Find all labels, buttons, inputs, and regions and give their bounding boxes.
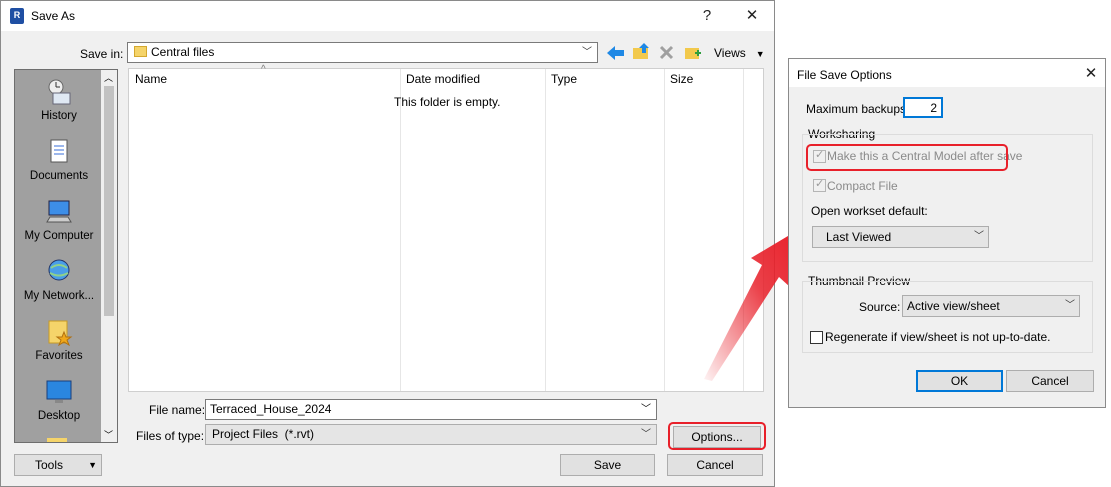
up-folder-icon[interactable] (632, 43, 650, 61)
save-as-title: Save As (31, 9, 76, 23)
save-as-titlebar: R Save As ? ✕ (1, 1, 774, 31)
views-label: Views (714, 46, 746, 60)
folder-icon (134, 46, 147, 57)
save-in-value: Central files (151, 45, 215, 59)
column-header-type[interactable]: Type (551, 72, 577, 86)
places-bar: History Documents My Computer My Network… (14, 69, 118, 443)
views-menu[interactable]: Views ▼ (714, 46, 765, 60)
chevron-down-icon: ﹀ (641, 429, 651, 440)
place-history[interactable]: History (15, 78, 103, 122)
place-favorites[interactable]: Favorites (15, 318, 103, 362)
place-label: My Computer (24, 230, 94, 242)
file-save-options-titlebar: File Save Options ✕ (789, 59, 1105, 87)
file-list[interactable]: ^ Name Date modified Type Size This fold… (128, 64, 764, 392)
places-overflow-icon (47, 438, 67, 442)
place-my-computer[interactable]: My Computer (15, 198, 103, 242)
scroll-thumb[interactable] (104, 86, 114, 316)
column-divider (545, 69, 546, 391)
files-of-type-dropdown[interactable]: Project Files (*.rvt) ﹀ (205, 424, 657, 445)
open-workset-dropdown[interactable]: Last Viewed ﹀ (812, 226, 989, 248)
place-my-network[interactable]: My Network... (15, 258, 103, 302)
compact-file-label: Compact File (827, 179, 898, 193)
file-name-value: Terraced_House_2024 (210, 402, 332, 416)
save-in-dropdown[interactable]: Central files ﹀ (127, 42, 598, 63)
files-of-type-label: Files of type: (136, 429, 205, 443)
open-workset-value: Last Viewed (826, 230, 892, 244)
place-label: History (41, 110, 77, 122)
place-label: My Network... (23, 290, 95, 302)
save-button[interactable]: Save (560, 454, 655, 476)
place-desktop[interactable]: Desktop (15, 378, 103, 422)
documents-icon (50, 139, 68, 163)
column-divider (664, 69, 665, 391)
chevron-down-icon: ﹀ (974, 231, 984, 242)
scroll-down-icon[interactable]: ﹀ (104, 428, 113, 441)
caret-down-icon: ▼ (88, 460, 97, 470)
favorites-icon (48, 320, 73, 346)
max-backups-value: 2 (930, 101, 937, 115)
delete-icon[interactable] (659, 45, 674, 60)
column-divider (400, 69, 401, 391)
files-of-type-value: Project Files (*.rvt) (212, 427, 315, 441)
file-save-options-title: File Save Options (797, 68, 892, 82)
options-cancel-button[interactable]: Cancel (1006, 370, 1094, 392)
help-button[interactable]: ? (695, 5, 719, 27)
desktop-icon (46, 380, 72, 403)
regenerate-label: Regenerate if view/sheet is not up-to-da… (825, 330, 1051, 344)
computer-icon (46, 200, 72, 223)
close-button[interactable]: ✕ (1079, 63, 1103, 85)
column-header-size[interactable]: Size (670, 72, 693, 86)
network-icon (48, 259, 70, 281)
options-highlight (668, 422, 766, 450)
places-scrollbar[interactable]: ︿ ﹀ (101, 70, 117, 442)
close-button[interactable]: ✕ (740, 5, 764, 27)
save-as-dialog: R Save As ? ✕ Save in: Central files ﹀ V… (0, 0, 775, 487)
compact-file-checkbox[interactable] (813, 177, 826, 192)
file-name-label: File name: (149, 403, 206, 417)
tools-label: Tools (35, 458, 64, 472)
back-arrow-icon[interactable] (607, 45, 625, 61)
column-header-name[interactable]: Name (135, 72, 167, 86)
chevron-down-icon: ﹀ (582, 47, 592, 58)
place-label: Desktop (37, 410, 81, 422)
ok-button[interactable]: OK (916, 370, 1003, 392)
file-name-input[interactable]: Terraced_House_2024 ﹀ (205, 399, 657, 420)
tools-button[interactable]: Tools ▼ (14, 454, 102, 476)
app-logo-icon: R (10, 8, 24, 24)
regenerate-checkbox[interactable] (810, 331, 823, 344)
place-label: Documents (29, 170, 89, 182)
place-documents[interactable]: Documents (15, 138, 103, 182)
sort-ascending-icon: ^ (261, 64, 266, 75)
max-backups-label: Maximum backups: (806, 102, 910, 116)
history-icon (48, 79, 71, 105)
place-label: Favorites (35, 350, 83, 362)
source-label: Source: (859, 300, 901, 314)
chevron-down-icon: ﹀ (1065, 300, 1075, 311)
central-model-highlight (806, 144, 1008, 171)
new-folder-icon[interactable] (684, 43, 702, 61)
open-workset-label: Open workset default: (811, 204, 928, 218)
source-value: Active view/sheet (907, 299, 1000, 313)
scroll-up-icon[interactable]: ︿ (104, 71, 113, 84)
save-in-label: Save in: (80, 47, 124, 61)
source-dropdown[interactable]: Active view/sheet ﹀ (902, 295, 1080, 317)
cancel-button[interactable]: Cancel (667, 454, 763, 476)
max-backups-input[interactable]: 2 (903, 97, 943, 118)
column-header-date-modified[interactable]: Date modified (406, 72, 480, 86)
empty-folder-message: This folder is empty. (394, 95, 501, 109)
caret-down-icon: ▼ (755, 49, 765, 59)
chevron-down-icon[interactable]: ﹀ (641, 400, 651, 419)
file-save-options-dialog: File Save Options ✕ Maximum backups: 2 W… (788, 58, 1106, 408)
